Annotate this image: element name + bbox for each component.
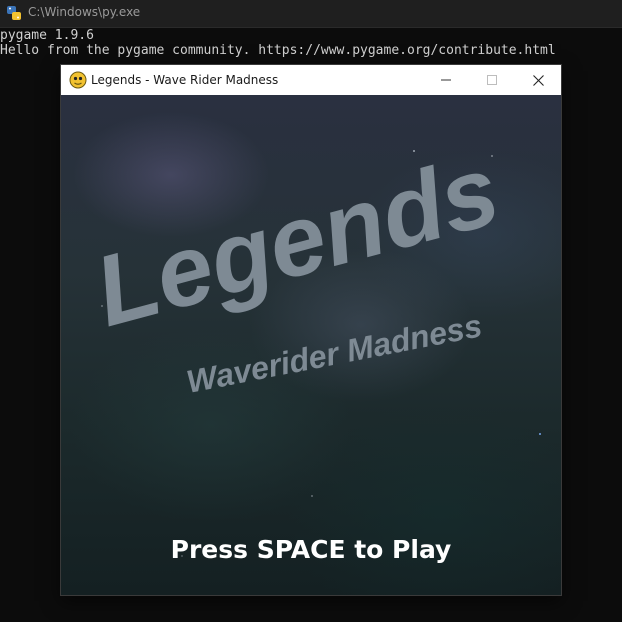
close-icon — [532, 74, 544, 86]
logo-subtitle: Waverider Madness — [183, 307, 484, 400]
python-icon — [7, 6, 21, 20]
minimize-icon — [441, 79, 451, 81]
press-space-prompt: Press SPACE to Play — [170, 535, 452, 564]
console-output: pygame 1.9.6 Hello from the pygame commun… — [0, 28, 622, 58]
game-window-title: Legends - Wave Rider Madness — [91, 73, 279, 87]
console-titlebar[interactable]: C:\Windows\py.exe — [0, 0, 622, 28]
game-logo: Legends Waverider Madness — [84, 134, 510, 400]
maximize-icon — [487, 75, 497, 85]
console-line: pygame 1.9.6 — [0, 28, 94, 43]
console-line: Hello from the pygame community. https:/… — [0, 43, 556, 58]
console-title: C:\Windows\py.exe — [28, 5, 141, 19]
game-window: Legends - Wave Rider Madness Legends Wav… — [61, 65, 561, 595]
game-titlebar[interactable]: Legends - Wave Rider Madness — [61, 65, 561, 95]
close-button[interactable] — [515, 65, 561, 95]
maximize-button[interactable] — [469, 65, 515, 95]
minimize-button[interactable] — [423, 65, 469, 95]
game-canvas[interactable]: Legends Waverider Madness Press SPACE to… — [61, 95, 561, 595]
pygame-snake-icon — [69, 71, 87, 89]
